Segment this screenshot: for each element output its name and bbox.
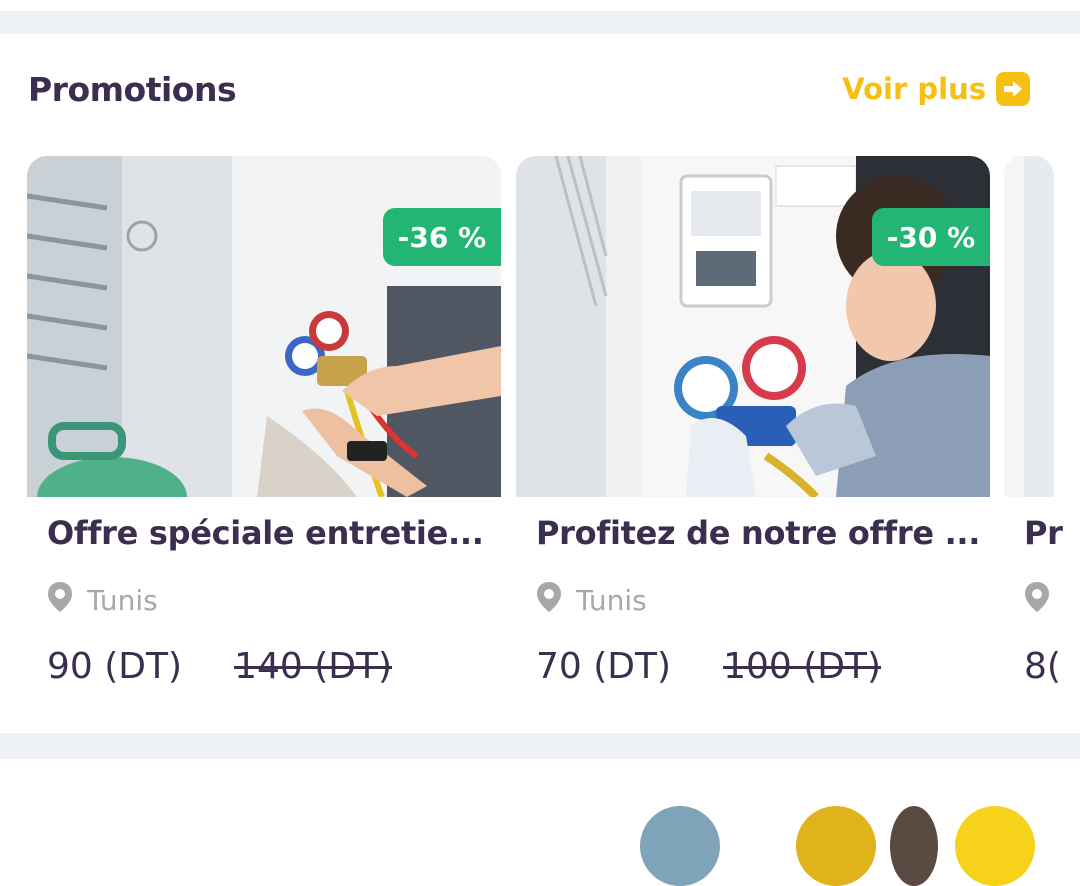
current-price: 8( (1024, 646, 1061, 687)
location-pin-icon (1024, 581, 1050, 620)
see-more-link[interactable]: Voir plus (842, 72, 1030, 106)
section-divider-bottom (0, 733, 1080, 759)
discount-badge: -36 % (383, 208, 501, 266)
arrow-right-icon (996, 72, 1030, 106)
current-price: 70 (DT) (536, 646, 672, 687)
offer-title: Offre spéciale entretie... (47, 514, 484, 552)
location-pin-icon (47, 581, 73, 620)
current-price: 90 (DT) (47, 646, 183, 687)
offer-title: Profitez de notre offre ... (536, 514, 981, 552)
old-price: 140 (DT) (234, 646, 393, 687)
see-more-label: Voir plus (842, 72, 986, 106)
offer-price: 90 (DT) 140 (DT) (47, 646, 392, 687)
discount-badge: -30 % (872, 208, 990, 266)
avatar[interactable] (796, 806, 876, 886)
location-label: Tunis (87, 584, 158, 617)
location-label: Tunis (576, 584, 647, 617)
promo-card[interactable]: -36 % Offre spéciale entretie... Tunis 9… (27, 156, 501, 716)
offer-location: Tunis (47, 581, 158, 620)
avatar[interactable] (640, 806, 720, 886)
promo-card[interactable]: -30 % Profitez de notre offre ... Tunis … (516, 156, 990, 716)
offer-title: Pr (1024, 514, 1063, 552)
promo-card[interactable]: Pr 8( (1004, 156, 1080, 716)
offer-price: 70 (DT) 100 (DT) (536, 646, 881, 687)
offer-price: 8( (1024, 646, 1061, 687)
avatar[interactable] (890, 806, 938, 886)
avatar[interactable] (955, 806, 1035, 886)
promo-image: -30 % (516, 156, 990, 497)
location-pin-icon (536, 581, 562, 620)
offer-location (1024, 581, 1050, 620)
section-divider-top (0, 11, 1080, 34)
promo-image (1004, 156, 1054, 497)
offer-location: Tunis (536, 581, 647, 620)
old-price: 100 (DT) (723, 646, 882, 687)
section-title: Promotions (28, 70, 237, 109)
promo-image: -36 % (27, 156, 501, 497)
